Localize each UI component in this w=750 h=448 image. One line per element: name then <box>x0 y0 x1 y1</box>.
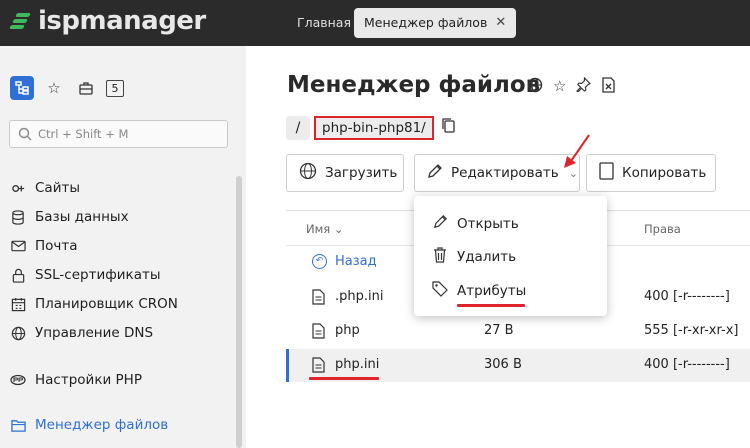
top-bar: ispmanager Главная Менеджер файлов ✕ <box>0 0 750 46</box>
sidebar-item-php-settings[interactable]: Настройки PHP <box>10 370 142 390</box>
file-name[interactable]: php <box>335 323 360 338</box>
breadcrumb-root[interactable]: / <box>286 116 310 140</box>
pencil-icon <box>432 214 448 233</box>
copy-button-label: Копировать <box>622 165 707 181</box>
column-name-header[interactable]: Имя ⌄ <box>306 222 344 236</box>
menu-tree-icon[interactable] <box>10 76 34 100</box>
lock-icon <box>10 267 26 283</box>
upload-globe-icon <box>299 162 317 184</box>
file-icon <box>312 357 325 377</box>
file-name[interactable]: .php.ini <box>335 289 383 304</box>
sort-chevron-icon: ⌄ <box>333 222 344 236</box>
logo-text: ispmanager <box>38 6 206 36</box>
title-actions: ☆ <box>527 76 616 97</box>
upload-button[interactable]: Загрузить <box>286 154 404 192</box>
sidebar-item-label: SSL-сертификаты <box>35 267 161 283</box>
favorite-star-icon[interactable]: ☆ <box>553 77 566 97</box>
sidebar-item-mail[interactable]: Почта <box>10 236 78 256</box>
edit-button-label: Редактировать <box>451 165 559 181</box>
column-name-label: Имя <box>306 222 331 236</box>
menu-item-label: Удалить <box>457 249 517 265</box>
file-size: 306 B <box>484 357 522 372</box>
php-icon <box>10 372 26 388</box>
table-row[interactable]: php 27 B 555 [-r-xr-xr-x] <box>286 315 750 348</box>
breadcrumb-current[interactable]: php-bin-php81/ <box>314 116 434 140</box>
selection-indicator <box>286 349 289 382</box>
copy-icon <box>599 162 614 184</box>
menu-item-label: Открыть <box>457 215 519 232</box>
copy-button[interactable]: Копировать <box>586 154 716 192</box>
sidebar: ☆ 5 Ctrl + Shift + M Сайты Базы данных П… <box>0 46 246 448</box>
sidebar-item-label: Почта <box>35 238 78 254</box>
files-icon <box>10 417 26 433</box>
mail-icon <box>10 238 26 254</box>
file-perms: 555 [-r-xr-xr-x] <box>644 323 739 338</box>
sidebar-item-dns[interactable]: Управление DNS <box>10 323 153 343</box>
file-icon <box>312 289 325 309</box>
file-perms: 400 [-r--------] <box>644 289 730 304</box>
menu-item-attributes[interactable]: Атрибуты <box>432 281 526 301</box>
annotation-underline <box>457 304 525 307</box>
menu-item-delete[interactable]: Удалить <box>432 247 516 267</box>
file-name[interactable]: php.ini <box>335 357 379 372</box>
search-icon <box>18 127 32 141</box>
annotation-arrow-icon <box>564 134 590 168</box>
sidebar-item-label: Базы данных <box>35 209 129 225</box>
menu-item-label: Атрибуты <box>457 283 527 299</box>
database-icon <box>10 209 26 225</box>
calendar-icon <box>10 296 26 312</box>
counter-badge[interactable]: 5 <box>106 79 124 97</box>
search-placeholder: Ctrl + Shift + M <box>38 127 129 141</box>
tab-file-manager[interactable]: Менеджер файлов ✕ <box>354 8 517 38</box>
close-tab-icon[interactable]: ✕ <box>495 8 506 38</box>
file-perms: 400 [-r--------] <box>644 357 730 372</box>
pencil-icon <box>427 163 443 183</box>
sidebar-item-label: Управление DNS <box>35 325 154 341</box>
sidebar-item-label: Настройки PHP <box>35 372 142 388</box>
globe-icon <box>10 325 26 341</box>
sidebar-toolbar: ☆ 5 <box>10 76 124 100</box>
sidebar-item-file-manager[interactable]: Менеджер файлов <box>10 415 168 435</box>
edit-button[interactable]: Редактировать ⌄ <box>414 154 580 192</box>
sidebar-item-ssl[interactable]: SSL-сертификаты <box>10 265 161 285</box>
back-link[interactable]: Назад <box>335 254 377 269</box>
sites-icon <box>10 180 26 196</box>
logo[interactable]: ispmanager <box>9 6 206 36</box>
sidebar-item-label: Планировщик CRON <box>35 296 178 312</box>
column-perms-header[interactable]: Права <box>644 222 681 236</box>
sidebar-scrollbar[interactable] <box>236 176 242 448</box>
menu-item-open[interactable]: Открыть <box>432 214 519 233</box>
sidebar-item-databases[interactable]: Базы данных <box>10 207 129 227</box>
logo-mark-icon <box>9 10 32 32</box>
sidebar-item-label: Сайты <box>35 180 80 196</box>
page-title: Менеджер файлов <box>287 72 541 98</box>
export-excel-icon[interactable] <box>601 77 616 97</box>
sidebar-item-cron[interactable]: Планировщик CRON <box>10 294 178 314</box>
tab-file-manager-label: Менеджер файлов <box>364 15 488 30</box>
copy-path-icon[interactable] <box>442 118 455 137</box>
file-icon <box>312 323 325 343</box>
pin-icon[interactable] <box>576 76 592 97</box>
tag-icon <box>432 281 448 301</box>
tab-home[interactable]: Главная <box>287 8 361 38</box>
sidebar-item-label: Менеджер файлов <box>35 417 169 433</box>
briefcase-icon[interactable] <box>74 76 98 100</box>
favorites-star-icon[interactable]: ☆ <box>42 76 66 100</box>
upload-button-label: Загрузить <box>325 165 398 181</box>
back-icon: ↶ <box>312 254 327 269</box>
globe-icon[interactable] <box>527 77 543 97</box>
sidebar-item-sites[interactable]: Сайты <box>10 178 80 198</box>
annotation-underline <box>309 377 379 380</box>
edit-dropdown-menu: Открыть Удалить Атрибуты <box>414 196 607 316</box>
file-size: 27 B <box>484 323 514 338</box>
search-input[interactable]: Ctrl + Shift + M <box>9 120 228 148</box>
trash-icon <box>432 247 448 267</box>
